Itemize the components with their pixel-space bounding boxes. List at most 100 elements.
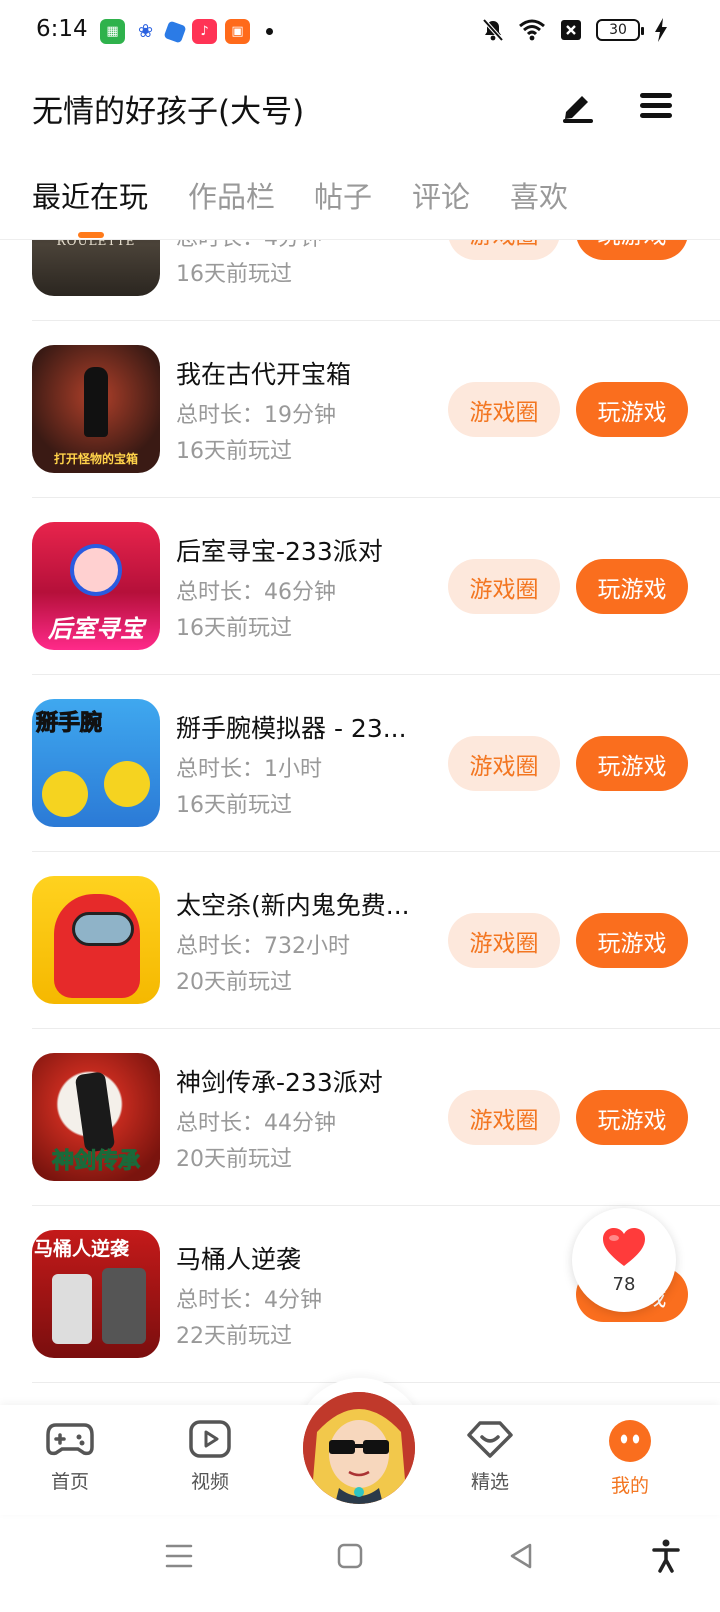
game-last-played: 20天前玩过 [176, 1147, 292, 1172]
tab-recently-played[interactable]: 最近在玩 [32, 174, 148, 216]
gamepad-icon [46, 1423, 94, 1456]
game-thumbnail: 掰手腕 [32, 699, 160, 827]
game-circle-button[interactable]: 游戏圈 [448, 382, 560, 437]
game-last-played: 16天前玩过 [176, 793, 292, 818]
game-circle-button[interactable]: 游戏圈 [448, 736, 560, 791]
nav-label: 视频 [190, 1471, 229, 1493]
battery-indicator: 30 [596, 19, 644, 41]
thumbnail-caption: 打开怪物的宝箱 [53, 452, 138, 466]
game-circle-button[interactable]: 游戏圈 [448, 1090, 560, 1145]
recent-apps-icon[interactable] [165, 1543, 193, 1569]
tab-comments[interactable]: 评论 [412, 174, 470, 216]
game-circle-button[interactable]: 游戏圈 [448, 240, 560, 260]
game-row[interactable]: 神剑传承 神剑传承-233派对 总时长：44分钟 20天前玩过 游戏圈 玩游戏 [0, 1029, 720, 1206]
app-notification-icon: ▦ [100, 19, 125, 44]
game-last-played: 16天前玩过 [176, 262, 292, 287]
profile-face-icon [609, 1420, 651, 1462]
thumbnail-caption: BUCKSHOT ROULETTE [56, 240, 136, 248]
heart-icon [603, 1228, 645, 1266]
wifi-icon [519, 19, 545, 41]
status-app-icons: ▦ ❀ ♪ ▣ [100, 19, 273, 44]
accessibility-icon[interactable] [652, 1539, 680, 1573]
play-game-button[interactable]: 玩游戏 [576, 559, 688, 614]
play-game-button[interactable]: 玩游戏 [576, 240, 688, 260]
battery-level: 30 [609, 22, 627, 38]
music-app-icon: ♪ [192, 19, 217, 44]
more-notifications-dot [266, 28, 273, 35]
game-row[interactable]: 太空杀(新内鬼免费... 总时长：732小时 20天前玩过 游戏圈 玩游戏 [0, 852, 720, 1029]
game-name: 后室寻宝-233派对 [176, 537, 383, 566]
heart-diamond-icon [467, 1421, 513, 1458]
status-time: 6:14 [36, 16, 88, 42]
video-play-icon [189, 1420, 231, 1458]
no-sim-icon [561, 20, 581, 40]
profile-header: 无情的好孩子(大号) [0, 64, 720, 154]
game-duration: 总时长：46分钟 [176, 580, 336, 605]
kuaishou-app-icon: ▣ [225, 19, 250, 44]
nav-label: 我的 [610, 1475, 649, 1497]
baidu-paw-icon: ❀ [133, 19, 158, 44]
nav-mine[interactable]: 我的 [580, 1419, 680, 1498]
blue-app-icon [163, 19, 187, 44]
game-name: 神剑传承-233派对 [176, 1068, 383, 1097]
nav-label: 首页 [50, 1471, 89, 1493]
thumbnail-caption: 后室寻宝 [48, 615, 144, 643]
menu-icon[interactable] [638, 90, 674, 122]
status-bar: 6:14 ▦ ❀ ♪ ▣ 30 [0, 0, 720, 64]
game-thumbnail: BUCKSHOT ROULETTE [32, 240, 160, 296]
game-duration: 总时长：4分钟 [176, 1288, 322, 1313]
back-triangle-icon[interactable] [508, 1542, 534, 1570]
game-last-played: 22天前玩过 [176, 1324, 292, 1349]
nav-video[interactable]: 视频 [160, 1419, 260, 1494]
tab-posts[interactable]: 帖子 [314, 174, 372, 216]
game-name: 我在古代开宝箱 [176, 360, 352, 389]
game-circle-button[interactable]: 游戏圈 [448, 913, 560, 968]
game-thumbnail: 神剑传承 [32, 1053, 160, 1181]
play-game-button[interactable]: 玩游戏 [576, 1090, 688, 1145]
game-name: 太空杀(新内鬼免费... [176, 891, 410, 920]
avatar-image [303, 1392, 415, 1504]
game-last-played: 16天前玩过 [176, 439, 292, 464]
game-name: 掰手腕模拟器 - 23... [176, 714, 407, 743]
system-nav-bar [0, 1515, 720, 1612]
game-thumbnail: 打开怪物的宝箱 [32, 345, 160, 473]
game-row[interactable]: 后室寻宝 后室寻宝-233派对 总时长：46分钟 16天前玩过 游戏圈 玩游戏 [0, 498, 720, 675]
game-duration: 总时长：4分钟 [176, 240, 322, 252]
nav-label: 精选 [470, 1471, 509, 1493]
play-game-button[interactable]: 玩游戏 [576, 382, 688, 437]
thumbnail-caption: 掰手腕 [35, 711, 103, 737]
page-title: 无情的好孩子(大号) [32, 94, 305, 130]
play-game-button[interactable]: 玩游戏 [576, 736, 688, 791]
game-row[interactable]: BUCKSHOT ROULETTE 总时长：4分钟 16天前玩过 游戏圈 玩游戏 [0, 240, 720, 321]
tab-works[interactable]: 作品栏 [188, 174, 275, 216]
like-count: 78 [612, 1274, 636, 1295]
game-row[interactable]: 打开怪物的宝箱 我在古代开宝箱 总时长：19分钟 16天前玩过 游戏圈 玩游戏 [0, 321, 720, 498]
game-duration: 总时长：732小时 [176, 934, 350, 959]
avatar[interactable] [303, 1392, 415, 1504]
edit-pen-icon[interactable] [560, 88, 596, 124]
nav-home[interactable]: 首页 [20, 1419, 120, 1494]
thumbnail-caption: 马桶人逆袭 [34, 1238, 130, 1260]
status-right: 30 [482, 18, 668, 42]
active-tab-indicator [78, 232, 104, 238]
game-duration: 总时长：19分钟 [176, 403, 336, 428]
game-thumbnail: 马桶人逆袭 [32, 1230, 160, 1358]
game-last-played: 20天前玩过 [176, 970, 292, 995]
game-row[interactable]: 掰手腕 掰手腕模拟器 - 23... 总时长：1小时 16天前玩过 游戏圈 玩游… [0, 675, 720, 852]
tab-likes[interactable]: 喜欢 [510, 174, 568, 216]
game-name: 马桶人逆袭 [176, 1245, 302, 1274]
game-thumbnail [32, 876, 160, 1004]
game-thumbnail: 后室寻宝 [32, 522, 160, 650]
mute-bell-icon [482, 18, 504, 42]
game-duration: 总时长：44分钟 [176, 1111, 336, 1136]
floating-like-button[interactable]: 78 [572, 1208, 676, 1312]
game-duration: 总时长：1小时 [176, 757, 322, 782]
game-circle-button[interactable]: 游戏圈 [448, 559, 560, 614]
home-square-icon[interactable] [337, 1543, 363, 1569]
nav-featured[interactable]: 精选 [440, 1419, 540, 1494]
play-game-button[interactable]: 玩游戏 [576, 913, 688, 968]
charging-icon [655, 18, 667, 42]
thumbnail-caption: 神剑传承 [51, 1149, 140, 1175]
game-last-played: 16天前玩过 [176, 616, 292, 641]
profile-tabs: 最近在玩 作品栏 帖子 评论 喜欢 [0, 154, 720, 240]
